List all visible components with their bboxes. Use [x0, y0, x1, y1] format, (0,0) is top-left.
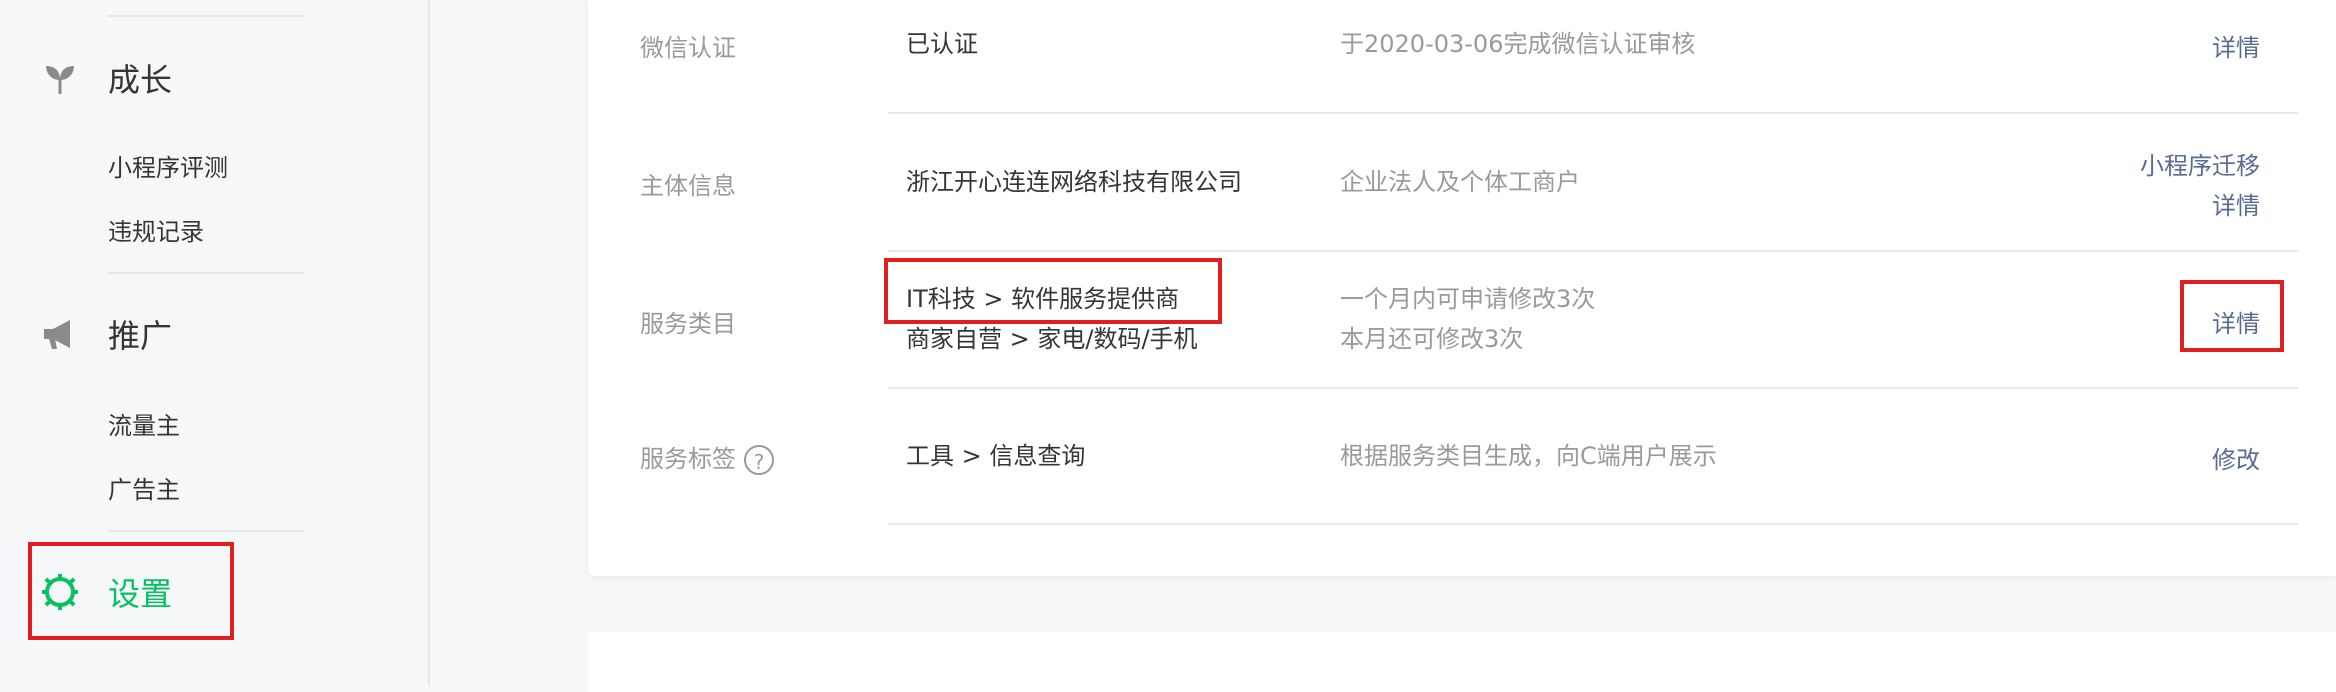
row-divider: [888, 112, 2298, 114]
wechat-verification-details-link[interactable]: 详情: [2212, 28, 2260, 63]
service-tag-edit-link[interactable]: 修改: [2212, 440, 2260, 475]
highlight-box-details: [2180, 280, 2284, 352]
service-tag-label: 服务标签: [640, 445, 736, 473]
row-desc-wechat-verification: 于2020-03-06完成微信认证审核: [1340, 30, 1696, 58]
help-icon[interactable]: ?: [744, 445, 774, 475]
sprout-icon: [40, 58, 80, 98]
entity-info-details-link[interactable]: 详情: [2212, 186, 2260, 221]
row-label-service-tag: 服务标签?: [640, 439, 774, 475]
highlight-box-settings: [28, 542, 234, 640]
sidebar-divider: [108, 530, 304, 532]
sidebar-item-evaluation[interactable]: 小程序评测: [108, 148, 228, 183]
row-value-service-tag: 工具 > 信息查询: [906, 442, 1086, 470]
row-value-entity-info: 浙江开心连连网络科技有限公司: [906, 168, 1242, 196]
row-desc-entity-info: 企业法人及个体工商户: [1340, 168, 1580, 196]
sidebar-section-label: 成长: [108, 61, 173, 99]
row-value-wechat-verification: 已认证: [906, 30, 978, 58]
sidebar-item-violations[interactable]: 违规记录: [108, 212, 204, 247]
sidebar-item-traffic-owner[interactable]: 流量主: [108, 406, 180, 441]
next-card: [588, 632, 2336, 692]
row-value-service-category-2: 商家自营 > 家电/数码/手机: [906, 325, 1198, 353]
row-desc-service-category-1: 一个月内可申请修改3次: [1340, 285, 1596, 313]
megaphone-icon: [40, 314, 80, 354]
row-desc-service-tag: 根据服务类目生成，向C端用户展示: [1340, 442, 1717, 470]
sidebar-section-label: 推广: [108, 317, 173, 355]
row-label-entity-info: 主体信息: [640, 172, 736, 200]
row-divider: [888, 523, 2298, 525]
sidebar-divider: [108, 272, 304, 274]
row-desc-service-category-2: 本月还可修改3次: [1340, 325, 1524, 353]
sidebar-item-advertiser[interactable]: 广告主: [108, 470, 180, 505]
sidebar-divider: [108, 15, 304, 17]
miniprogram-migration-link[interactable]: 小程序迁移: [2140, 146, 2260, 181]
row-divider: [888, 387, 2298, 389]
row-label-service-category: 服务类目: [640, 310, 736, 338]
row-divider: [888, 250, 2298, 252]
row-label-wechat-verification: 微信认证: [640, 34, 736, 62]
highlight-box-category: [884, 258, 1222, 324]
